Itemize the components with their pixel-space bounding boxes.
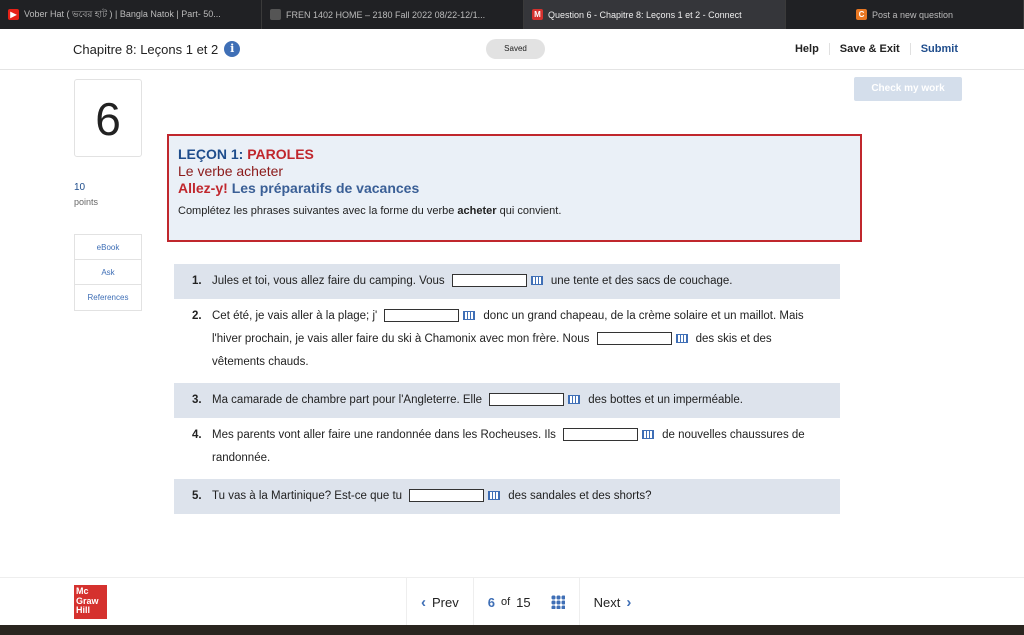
sentence-fragment: Mes parents vont aller faire une randonn…	[212, 429, 556, 441]
tab-label: Vober Hat ( ভবের হাট ) | Bangla Natok | …	[24, 9, 221, 19]
item-number: 1.	[192, 275, 202, 287]
help-button[interactable]: Help	[785, 43, 829, 55]
points-value: 10	[74, 182, 86, 193]
item-text: Mes parents vont aller faire une randonn…	[212, 424, 822, 470]
instr-pre: Complétez les phrases suivantes avec la …	[178, 205, 458, 217]
tab-label: FREN 1402 HOME – 2180 Fall 2022 08/22-12…	[286, 9, 486, 20]
item-text: Cet été, je vais aller à la plage; j' do…	[212, 305, 822, 374]
instruction-text: Complétez les phrases suivantes avec la …	[178, 205, 851, 217]
next-label: Next	[593, 594, 621, 610]
answer-input[interactable]	[409, 489, 485, 503]
item-text: Tu vas à la Martinique? Est-ce que tu de…	[212, 485, 651, 508]
sentence-fragment: des bottes et un imperméable.	[588, 394, 743, 406]
chevron-right-icon: ›	[626, 593, 632, 611]
course-icon	[270, 9, 281, 20]
item-text: Jules et toi, vous allez faire du campin…	[212, 270, 732, 293]
prev-label: Prev	[432, 594, 459, 610]
sentence-fragment: une tente et des sacs de couchage.	[550, 275, 733, 287]
item-number: 2.	[192, 310, 202, 322]
paroles-label: PAROLES	[247, 146, 314, 162]
item-text: Ma camarade de chambre part pour l'Angle…	[212, 389, 743, 412]
activity-title: Les préparatifs de vacances	[231, 180, 420, 196]
keyboard-icon[interactable]	[530, 276, 543, 286]
ask-link[interactable]: Ask	[75, 260, 141, 285]
chegg-c-icon: C	[855, 9, 867, 20]
answer-input[interactable]	[489, 393, 565, 407]
points: 10 points	[74, 181, 98, 209]
mcgraw-hill-logo: Mc Graw Hill	[74, 585, 107, 619]
keyboard-icon[interactable]	[488, 491, 501, 501]
title-text: Chapitre 8: Leçons 1 et 2	[73, 41, 219, 57]
activity-heading: Allez-y! Les préparatifs de vacances	[178, 180, 851, 196]
sentence-fragment: Jules et toi, vous allez faire du campin…	[212, 275, 445, 287]
lecon-label: LEÇON 1:	[178, 146, 244, 162]
points-label: points	[74, 197, 99, 207]
keyboard-icon[interactable]	[568, 395, 581, 405]
prev-button[interactable]: ‹ Prev	[406, 578, 473, 626]
instr-post: qui convient.	[496, 205, 562, 217]
keyboard-icon[interactable]	[642, 430, 655, 440]
item-number: 4.	[192, 429, 202, 441]
answer-input[interactable]	[563, 428, 639, 442]
instr-bold: acheter	[457, 205, 497, 217]
desktop-background	[0, 625, 1024, 635]
item-number: 5.	[192, 490, 202, 502]
question-number: 6	[74, 79, 142, 157]
sentence-fragment: Tu vas à la Martinique? Est-ce que tu	[212, 490, 403, 502]
answer-input[interactable]	[384, 309, 460, 323]
browser-tab[interactable]: ▶ Vober Hat ( ভবের হাট ) | Bangla Natok |…	[0, 0, 262, 29]
keyboard-icon[interactable]	[675, 334, 688, 344]
question-item: 1. Jules et toi, vous allez faire du camp…	[174, 264, 840, 299]
mcgraw-m-icon: M	[532, 9, 543, 20]
saved-badge: Saved	[486, 39, 545, 59]
browser-tab[interactable]: FREN 1402 HOME – 2180 Fall 2022 08/22-12…	[262, 0, 524, 29]
lecon-heading: LEÇON 1: PAROLES	[178, 146, 851, 162]
keyboard-icon[interactable]	[463, 311, 476, 321]
info-icon[interactable]: i	[224, 41, 241, 57]
browser-tab[interactable]: C Post a new question	[786, 0, 1024, 29]
question-item: 5. Tu vas à la Martinique? Est-ce que tu …	[174, 479, 840, 514]
ebook-link[interactable]: eBook	[75, 235, 141, 260]
tab-label: Post a new question	[871, 9, 954, 20]
item-number: 3.	[192, 394, 202, 406]
next-button[interactable]: Next ›	[578, 578, 646, 626]
grid-icon[interactable]	[550, 595, 565, 609]
allez-label: Allez-y!	[178, 180, 228, 196]
browser-tab-bar: ▶ Vober Hat ( ভবের হাট ) | Bangla Natok |…	[0, 0, 1024, 29]
assignment-header: Chapitre 8: Leçons 1 et 2 i Saved Help Sa…	[0, 29, 1024, 70]
verb-heading: Le verbe acheter	[178, 163, 284, 179]
answer-input[interactable]	[451, 274, 527, 288]
submit-button[interactable]: Submit	[909, 43, 968, 55]
footer: Mc Graw Hill ‹ Prev 6 of 15 Next ›	[0, 577, 1024, 626]
sentence-fragment: Cet été, je vais aller à la plage; j'	[212, 310, 378, 322]
assignment-title: Chapitre 8: Leçons 1 et 2 i	[73, 41, 241, 57]
check-my-work-button[interactable]: Check my work	[854, 77, 962, 101]
sentence-fragment: Ma camarade de chambre part pour l'Angle…	[212, 394, 483, 406]
question-list: 1. Jules et toi, vous allez faire du camp…	[174, 264, 840, 514]
chevron-left-icon: ‹	[421, 593, 426, 611]
question-item: 3. Ma camarade de chambre part pour l'Ang…	[174, 383, 840, 418]
pager: ‹ Prev 6 of 15 Next ›	[406, 578, 645, 626]
answer-input[interactable]	[596, 332, 672, 346]
instructions-box: LEÇON 1: PAROLES Le verbe acheter Allez-…	[167, 134, 862, 242]
references-link[interactable]: References	[75, 285, 141, 310]
sentence-fragment: des sandales et des shorts?	[508, 490, 652, 502]
question-item: 4. Mes parents vont aller faire une rando…	[174, 418, 840, 476]
total-pages: 15	[516, 594, 531, 610]
save-exit-button[interactable]: Save & Exit	[828, 43, 910, 55]
current-page: 6	[487, 594, 495, 610]
page-indicator: 6 of 15	[472, 578, 579, 626]
of-label: of	[500, 596, 511, 608]
tab-label: Question 6 - Chapitre 8: Leçons 1 et 2 -…	[548, 9, 742, 20]
resources-menu: eBook Ask References	[74, 234, 142, 311]
question-item: 2. Cet été, je vais aller à la plage; j' …	[174, 299, 840, 380]
browser-tab[interactable]: M Question 6 - Chapitre 8: Leçons 1 et 2 …	[524, 0, 786, 29]
youtube-icon: ▶	[8, 9, 19, 20]
